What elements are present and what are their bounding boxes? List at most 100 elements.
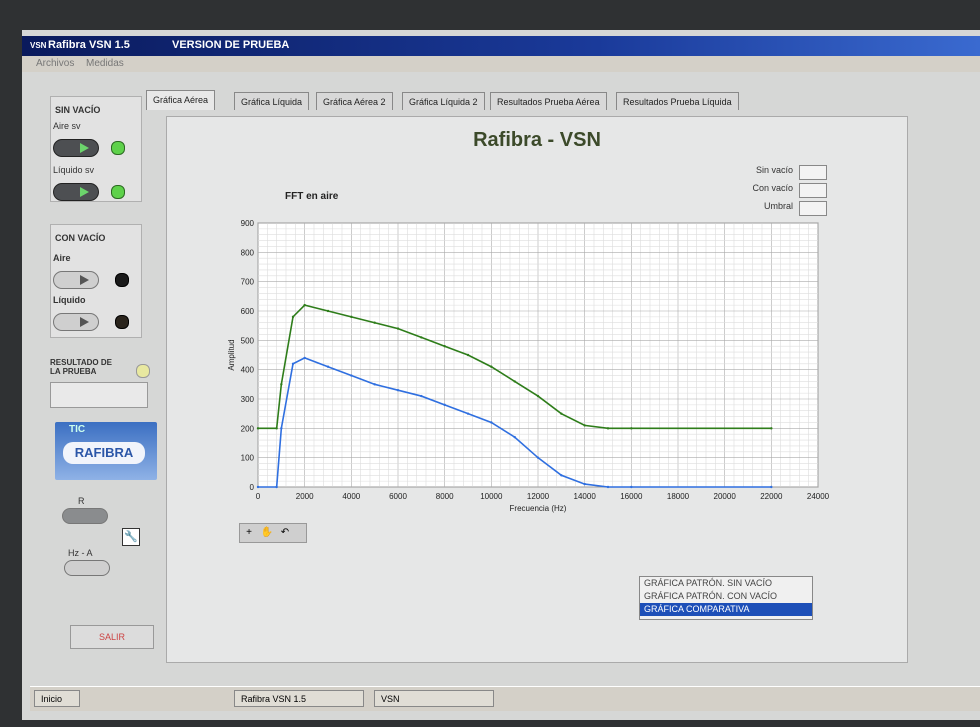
y-tick-label: 300: [241, 395, 255, 404]
series-point: [275, 485, 278, 489]
version-label: VERSION DE PRUEBA: [172, 39, 290, 51]
tab-grafica-aerea-2[interactable]: Gráfica Aérea 2: [316, 92, 393, 110]
x-axis-label: Frecuencia (Hz): [510, 504, 567, 513]
logo-text: RAFIBRA: [63, 442, 145, 464]
liquido-label: Líquido: [53, 295, 86, 305]
tab-grafica-liquida[interactable]: Gráfica Líquida: [234, 92, 310, 110]
series-point: [770, 427, 773, 430]
series-point: [350, 374, 353, 377]
series-point: [396, 389, 400, 392]
window-title: Rafibra VSN 1.5: [48, 39, 130, 51]
aire-sv-button[interactable]: [53, 139, 99, 157]
series-point: [326, 309, 330, 313]
series-point: [256, 485, 260, 489]
start-button[interactable]: Inicio: [34, 690, 80, 707]
con-vacio-group: CON VACÍO Aire Líquido: [50, 224, 142, 338]
listbox-item-selected[interactable]: GRÁFICA COMPARATIVA: [640, 603, 812, 616]
x-tick-label: 22000: [760, 492, 783, 501]
hza-button[interactable]: [64, 560, 110, 576]
y-tick-label: 0: [250, 483, 255, 492]
listbox-item[interactable]: GRÁFICA PATRÓN. CON VACÍO: [640, 590, 812, 603]
series-point: [443, 403, 446, 407]
x-tick-label: 24000: [807, 492, 830, 501]
series-point: [303, 303, 306, 307]
zoom-icon[interactable]: +: [240, 524, 258, 542]
menu-archivos[interactable]: Archivos: [36, 58, 74, 69]
y-tick-label: 900: [241, 219, 255, 228]
series-point: [513, 380, 516, 383]
series-point: [303, 356, 306, 360]
tab-grafica-aerea[interactable]: Gráfica Aérea: [146, 90, 216, 110]
series-point: [583, 424, 586, 427]
y-tick-label: 200: [241, 424, 255, 433]
liquido-button[interactable]: [53, 313, 99, 331]
series-point: [606, 485, 610, 489]
x-tick-label: 2000: [296, 492, 314, 501]
logo-tic: TIC: [69, 424, 86, 435]
x-tick-label: 14000: [574, 492, 597, 501]
y-tick-label: 100: [241, 454, 255, 463]
resultado-display: [50, 382, 148, 408]
liquido-sv-button[interactable]: [53, 183, 99, 201]
r-button[interactable]: [62, 508, 108, 524]
sin-vacio-heading: SIN VACÍO: [55, 105, 101, 115]
menu-bar: Archivos Medidas: [22, 56, 980, 72]
taskbar-item-vsn[interactable]: VSN: [374, 690, 494, 707]
series-point: [350, 315, 353, 319]
menu-medidas[interactable]: Medidas: [86, 58, 124, 69]
graph-mode-listbox[interactable]: GRÁFICA PATRÓN. SIN VACÍO GRÁFICA PATRÓN…: [639, 576, 813, 620]
series-point: [560, 412, 563, 415]
plot-name: FFT en aire: [285, 191, 339, 202]
series-point: [443, 345, 446, 348]
tab-resultados-liquida[interactable]: Resultados Prueba Líquida: [616, 92, 739, 110]
series-point: [280, 427, 283, 430]
x-tick-label: 16000: [620, 492, 643, 501]
tab-resultados-aerea[interactable]: Resultados Prueba Aérea: [490, 92, 607, 110]
series-point: [291, 362, 295, 365]
series-point: [490, 365, 493, 368]
series-point: [396, 327, 400, 330]
hza-label: Hz - A: [68, 548, 93, 558]
series-point: [536, 394, 540, 398]
app-window: VSN Rafibra VSN 1.5 VERSION DE PRUEBA Ar…: [22, 30, 980, 720]
aire-label: Aire: [53, 253, 71, 263]
series-point: [630, 427, 633, 430]
wrench-icon[interactable]: 🔧: [122, 528, 140, 546]
y-axis-label: Amplitud: [227, 339, 236, 370]
legend-label: Umbral: [763, 201, 793, 211]
series-point: [466, 412, 470, 415]
x-tick-label: 10000: [480, 492, 503, 501]
series-point: [583, 482, 586, 486]
resultado-label: RESULTADO DE LA PRUEBA: [50, 358, 112, 376]
aire-led: [115, 273, 129, 287]
legend-swatch: [799, 183, 827, 198]
exit-button[interactable]: SALIR: [70, 625, 154, 649]
y-tick-label: 700: [241, 278, 255, 287]
y-tick-label: 400: [241, 366, 255, 375]
legend-sin-vacio: Sin vacío: [752, 165, 827, 183]
sin-vacio-group: SIN VACÍO Aire sv Líquido sv: [50, 96, 142, 202]
legend-swatch: [799, 165, 827, 180]
series-point: [280, 383, 283, 386]
play-icon: [80, 317, 89, 327]
x-tick-label: 0: [256, 492, 261, 501]
legend-swatch: [799, 201, 827, 216]
panel-title: Rafibra - VSN: [473, 129, 601, 151]
series-point: [770, 485, 773, 489]
series-point: [490, 421, 493, 424]
liquido-led: [115, 315, 129, 329]
resultado-led: [136, 364, 150, 378]
taskbar: Inicio Rafibra VSN 1.5 VSN: [30, 686, 980, 711]
series-point: [373, 383, 376, 386]
fft-chart[interactable]: 0 2000 4000 6000 8000 10000 12000 14000 16000 180…: [222, 215, 842, 525]
series-point: [326, 365, 330, 368]
series-point: [373, 321, 376, 324]
taskbar-item-rafibra[interactable]: Rafibra VSN 1.5: [234, 690, 364, 707]
vsn-logo: VSN: [30, 41, 47, 50]
pan-hand-icon[interactable]: ✋: [258, 524, 276, 542]
aire-button[interactable]: [53, 271, 99, 289]
undo-icon[interactable]: ↶: [276, 524, 294, 542]
listbox-item[interactable]: GRÁFICA PATRÓN. SIN VACÍO: [640, 577, 812, 590]
series-point: [630, 485, 633, 489]
tab-grafica-liquida-2[interactable]: Gráfica Líquida 2: [402, 92, 485, 110]
